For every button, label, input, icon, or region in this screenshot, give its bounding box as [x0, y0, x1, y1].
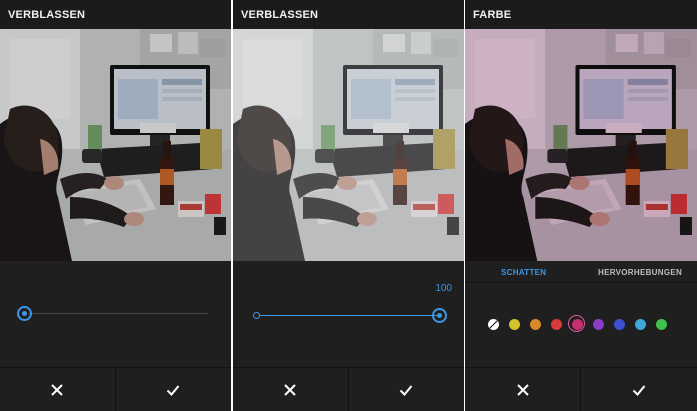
color-swatch-row [485, 315, 675, 333]
panel-header: FARBE [465, 0, 697, 29]
panel-title: FARBE [473, 9, 512, 21]
confirm-button[interactable] [581, 368, 697, 411]
swatch-purple[interactable] [593, 319, 604, 330]
swatch-none[interactable] [488, 319, 499, 330]
photo-preview [233, 29, 464, 261]
check-icon [167, 384, 180, 396]
action-bar [465, 367, 697, 411]
slider-handle[interactable] [17, 306, 32, 321]
swatch-pink[interactable] [568, 315, 585, 332]
swatch-orange[interactable] [530, 319, 541, 330]
close-icon [516, 383, 529, 396]
fade-controls: 100 [233, 261, 464, 367]
check-icon [400, 384, 413, 396]
slider-origin-marker [253, 312, 260, 319]
check-icon [632, 384, 646, 396]
close-icon [51, 383, 63, 396]
cancel-button[interactable] [465, 368, 581, 411]
panel-header: VERBLASSEN [0, 0, 231, 29]
slider-track-filled [260, 315, 438, 316]
action-bar [0, 367, 231, 411]
slider-value: 100 [435, 283, 452, 294]
confirm-button[interactable] [349, 368, 465, 411]
confirm-button[interactable] [116, 368, 232, 411]
panel-title: VERBLASSEN [241, 9, 319, 21]
slider-handle[interactable] [432, 308, 447, 323]
swatch-blue[interactable] [614, 319, 625, 330]
panel-title: VERBLASSEN [8, 9, 86, 21]
swatch-red[interactable] [551, 319, 562, 330]
cancel-button[interactable] [233, 368, 349, 411]
fade-editor-panel: VERBLASSEN [0, 0, 231, 411]
color-controls: SCHATTEN HERVORHEBUNGEN [465, 261, 697, 367]
slider-track [28, 313, 208, 314]
photo-preview [465, 29, 697, 261]
tab-shadows[interactable]: SCHATTEN [501, 268, 546, 277]
panel-header: VERBLASSEN [233, 0, 464, 29]
photo-preview [0, 29, 231, 261]
fade-editor-panel-max: VERBLASSEN 100 [233, 0, 464, 411]
tab-highlights[interactable]: HERVORHEBUNGEN [598, 268, 682, 277]
cancel-button[interactable] [0, 368, 116, 411]
close-icon [284, 383, 296, 396]
color-editor-panel: FARBE SCHATTEN HERVORHEBUNGEN [465, 0, 697, 411]
color-tabs: SCHATTEN HERVORHEBUNGEN [465, 261, 697, 283]
swatch-yellow[interactable] [509, 319, 520, 330]
fade-controls [0, 261, 231, 367]
swatch-cyan[interactable] [635, 319, 646, 330]
swatch-green[interactable] [656, 319, 667, 330]
action-bar [233, 367, 464, 411]
